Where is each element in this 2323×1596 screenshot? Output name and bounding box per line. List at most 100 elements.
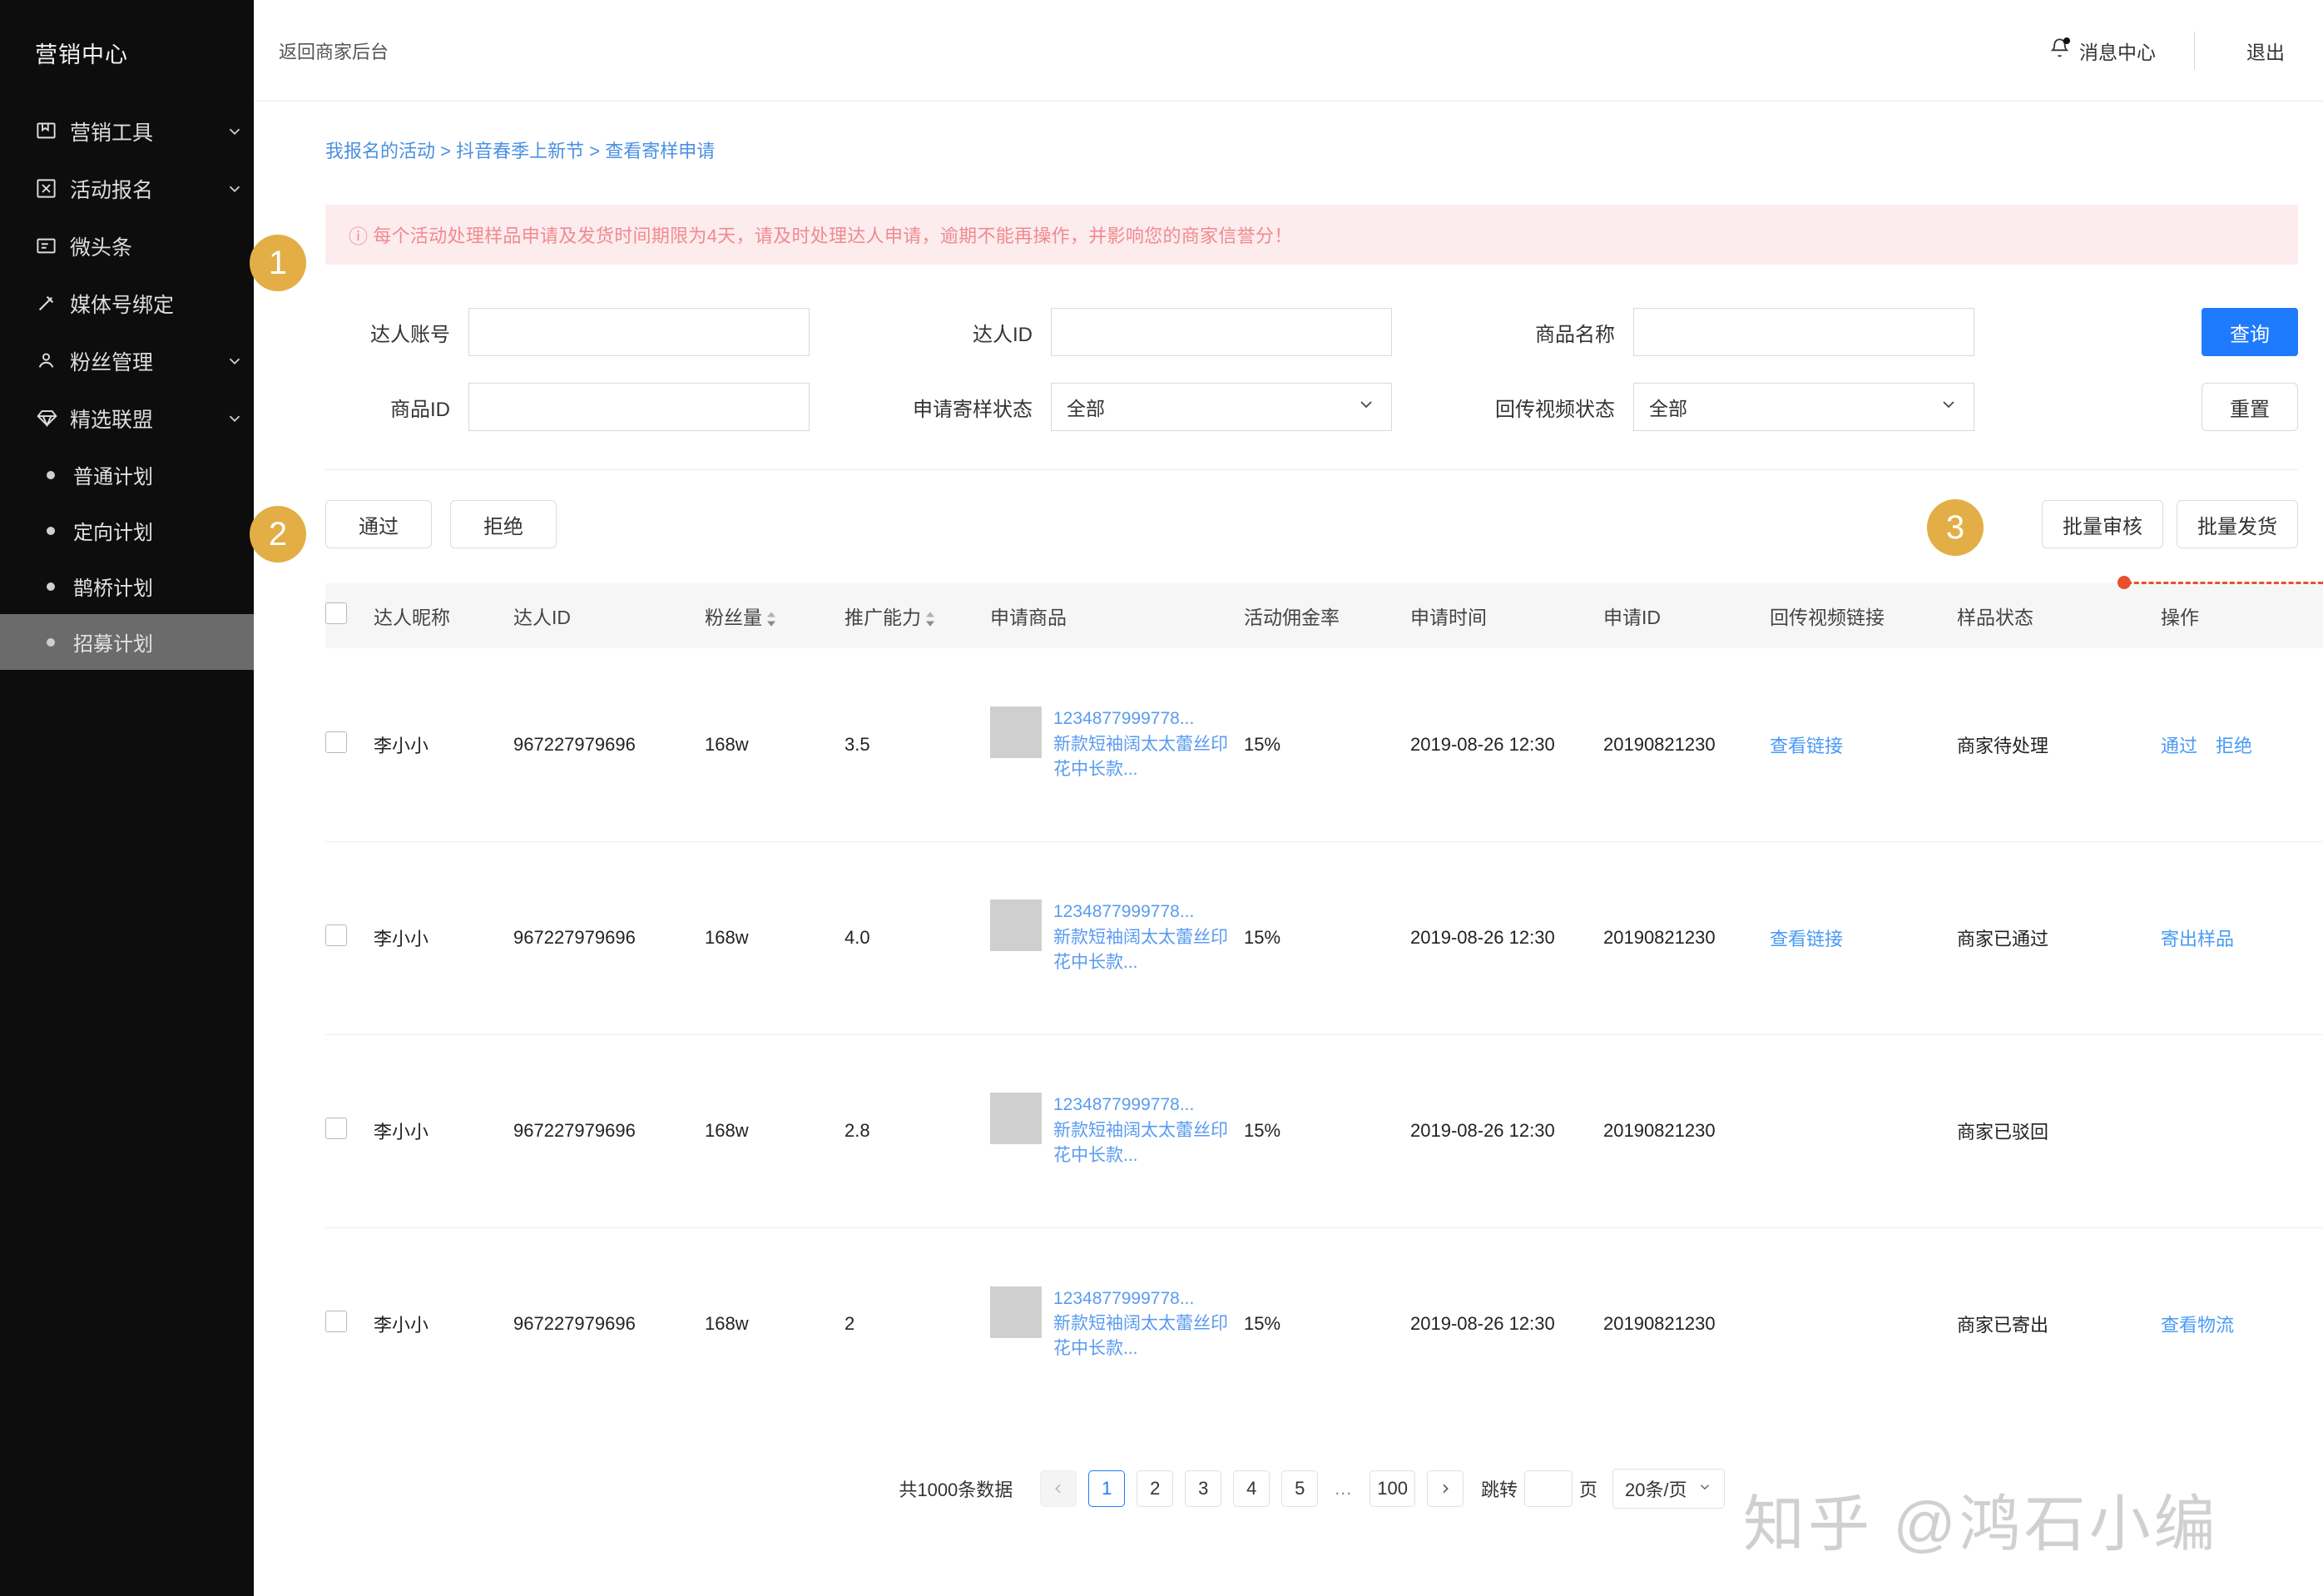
view-link-action[interactable]: 查看链接: [1770, 736, 1843, 756]
row-checkbox[interactable]: [325, 1118, 347, 1139]
product-id-input[interactable]: [468, 383, 810, 431]
daren-account-input[interactable]: [468, 308, 810, 356]
pagination-page-3[interactable]: 3: [1185, 1470, 1221, 1507]
select-all-checkbox[interactable]: [325, 602, 347, 624]
product-thumbnail: [990, 1286, 1042, 1338]
pagination-next-button[interactable]: [1427, 1470, 1464, 1507]
batch-ship-button[interactable]: 批量发货: [2177, 500, 2298, 548]
pagination-last-page[interactable]: 100: [1370, 1470, 1415, 1507]
row-checkbox[interactable]: [325, 1311, 347, 1332]
approve-button[interactable]: 通过: [325, 500, 432, 548]
product-link[interactable]: 1234877999778... 新款短袖阔太太蕾丝印花中长款...: [1053, 1286, 1244, 1362]
sidebar-item-recruit-plan[interactable]: 招募计划: [0, 614, 254, 670]
sidebar-item-common-plan[interactable]: 普通计划: [0, 447, 254, 503]
col-daren-id: 达人ID: [513, 583, 705, 648]
cell-fans: 168w: [705, 648, 845, 841]
sidebar-item-queqiao-plan[interactable]: 鹊桥计划: [0, 558, 254, 614]
product-link[interactable]: 1234877999778... 新款短袖阔太太蕾丝印花中长款...: [1053, 900, 1244, 975]
pagination-prev-button[interactable]: [1040, 1470, 1077, 1507]
row-send-sample-action[interactable]: 寄出样品: [2161, 929, 2234, 949]
sidebar-item-label: 营销工具: [70, 116, 215, 146]
col-video-link: 回传视频链接: [1770, 583, 1957, 648]
batch-review-button[interactable]: 批量审核: [2042, 500, 2163, 548]
sort-icon[interactable]: [765, 611, 777, 627]
daren-id-input[interactable]: [1051, 308, 1392, 356]
col-promo[interactable]: 推广能力: [845, 583, 990, 648]
field-group-product-name: 商品名称: [1457, 308, 2039, 356]
product-thumbnail: [990, 900, 1042, 951]
row-reject-action[interactable]: 拒绝: [2216, 736, 2252, 756]
product-thumbnail: [990, 706, 1042, 758]
query-button[interactable]: 查询: [2202, 308, 2298, 356]
sidebar-item-marketing-tools[interactable]: 营销工具: [0, 102, 254, 160]
row-approve-action[interactable]: 通过: [2161, 736, 2197, 756]
breadcrumb-separator: >: [440, 141, 451, 161]
pagination-page-4[interactable]: 4: [1233, 1470, 1270, 1507]
sidebar-subitem-label: 普通计划: [73, 460, 153, 489]
sidebar-subitem-label: 定向计划: [73, 516, 153, 545]
pagination-page-1[interactable]: 1: [1088, 1470, 1125, 1507]
product-link[interactable]: 1234877999778... 新款短袖阔太太蕾丝印花中长款...: [1053, 706, 1244, 782]
pagination-jump-input[interactable]: [1524, 1470, 1573, 1507]
row-checkbox[interactable]: [325, 731, 347, 753]
col-apply-id: 申请ID: [1603, 583, 1770, 648]
row-checkbox-cell: [325, 648, 374, 841]
pagination-page-5[interactable]: 5: [1281, 1470, 1318, 1507]
view-link-action[interactable]: 查看链接: [1770, 929, 1843, 949]
info-circle-icon: ⓘ: [349, 221, 368, 249]
pagination-page-size-select[interactable]: 20条/页: [1612, 1469, 1725, 1509]
bulk-action-bar: 通过 拒绝 批量审核 批量发货: [254, 470, 2323, 548]
product-id-text: 1234877999778...: [1053, 902, 1194, 921]
field-label: 达人ID: [874, 318, 1033, 347]
product-thumbnail: [990, 1093, 1042, 1144]
sidebar-item-label: 媒体号绑定: [70, 289, 215, 319]
row-checkbox-cell: [325, 841, 374, 1034]
back-to-merchant-console-link[interactable]: 返回商家后台: [279, 37, 389, 64]
breadcrumb-item-0[interactable]: 我报名的活动: [325, 141, 435, 161]
warning-banner-text: 每个活动处理样品申请及发货时间期限为4天，请及时处理达人申请，逾期不能再操作，并…: [373, 221, 1292, 248]
col-fans[interactable]: 粉丝量: [705, 583, 845, 648]
sidebar-item-selected-alliance[interactable]: 精选联盟: [0, 389, 254, 447]
sidebar-item-activity-signup[interactable]: 活动报名: [0, 160, 254, 217]
sidebar-item-targeted-plan[interactable]: 定向计划: [0, 503, 254, 558]
sidebar-subitem-label: 鹊桥计划: [73, 572, 153, 601]
sidebar-item-label: 微头条: [70, 231, 215, 261]
breadcrumb-item-2[interactable]: 查看寄样申请: [605, 141, 715, 161]
sidebar-item-media-binding[interactable]: 媒体号绑定: [0, 275, 254, 332]
reset-button[interactable]: 重置: [2202, 383, 2298, 431]
cell-apply-time: 2019-08-26 12:30: [1410, 841, 1603, 1034]
pagination-page-unit: 页: [1579, 1475, 1597, 1502]
table-row: 李小小 967227979696 168w 2.8 1234877999778.…: [325, 1034, 2323, 1227]
bullet-icon: [47, 638, 55, 647]
pagination-jump: 跳转 页: [1481, 1470, 1597, 1507]
cell-apply-id: 20190821230: [1603, 1034, 1770, 1227]
annotation-number: 3: [1946, 509, 1964, 547]
search-filter-row-2: 商品ID 申请寄样状态 全部 回传视频状态 全部: [325, 383, 2298, 431]
sidebar-item-wei-toutiao[interactable]: 微头条: [0, 217, 254, 275]
chevron-down-icon: [215, 352, 254, 370]
reject-button[interactable]: 拒绝: [450, 500, 557, 548]
row-view-logistics-action[interactable]: 查看物流: [2161, 1315, 2234, 1336]
sort-icon[interactable]: [924, 611, 936, 627]
sidebar-item-fans-management[interactable]: 粉丝管理: [0, 332, 254, 389]
cell-nickname: 李小小: [374, 1034, 513, 1227]
flag-icon: [35, 120, 70, 142]
cell-promo: 3.5: [845, 648, 990, 841]
breadcrumb-item-1[interactable]: 抖音春季上新节: [456, 141, 584, 161]
cell-daren-id: 967227979696: [513, 841, 705, 1034]
product-link[interactable]: 1234877999778... 新款短袖阔太太蕾丝印花中长款...: [1053, 1093, 1244, 1168]
video-upload-status-select[interactable]: 全部: [1633, 383, 1974, 431]
col-fans-label: 粉丝量: [705, 607, 762, 628]
chevron-down-icon: [1697, 1478, 1712, 1499]
cell-promo: 4.0: [845, 841, 990, 1034]
sample-request-status-select[interactable]: 全部: [1051, 383, 1392, 431]
table-row: 李小小 967227979696 168w 4.0 1234877999778.…: [325, 841, 2323, 1034]
field-label: 申请寄样状态: [874, 393, 1033, 422]
row-checkbox[interactable]: [325, 924, 347, 946]
cell-product: 1234877999778... 新款短袖阔太太蕾丝印花中长款...: [990, 841, 1244, 1034]
logout-button[interactable]: 退出: [2246, 37, 2285, 65]
message-center-button[interactable]: 消息中心: [2048, 37, 2156, 65]
pagination-page-2[interactable]: 2: [1137, 1470, 1173, 1507]
product-name-input[interactable]: [1633, 308, 1974, 356]
product-cell: 1234877999778... 新款短袖阔太太蕾丝印花中长款...: [990, 1093, 1244, 1168]
